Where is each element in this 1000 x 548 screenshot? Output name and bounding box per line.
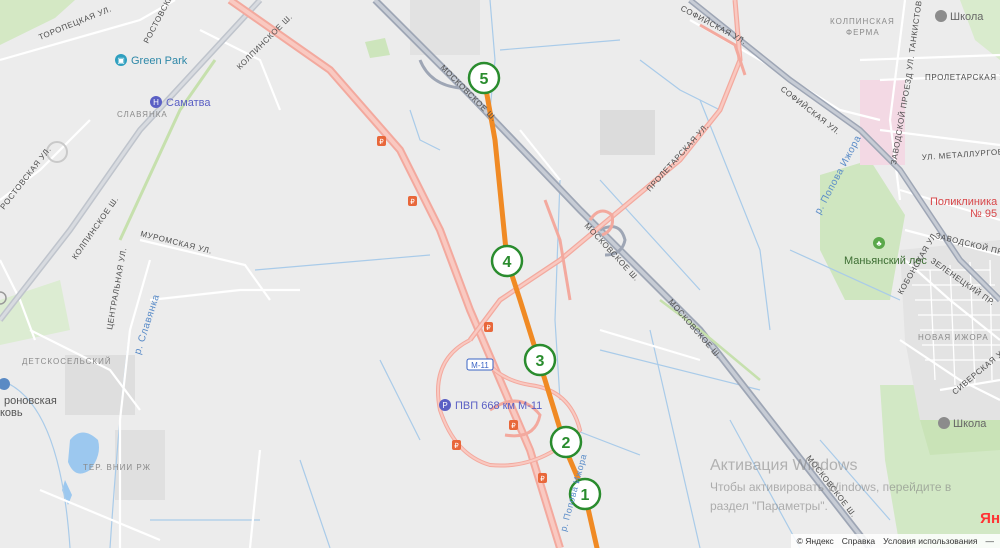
yandex-logo[interactable]: Ян [980, 510, 1000, 527]
svg-text:₽: ₽ [540, 475, 545, 483]
parking-icon: P [442, 401, 447, 410]
district-novaya-izhora: НОВАЯ ИЖОРА [918, 333, 989, 342]
district-ter-vnii: ТЕР. ВНИИ РЖ [83, 463, 151, 472]
marker-1-label: 1 [581, 487, 590, 504]
fuel-icon[interactable]: ₽ [408, 196, 417, 206]
watermark-line2: Чтобы активировать Windows, перейдите в [710, 480, 952, 494]
poi-samatva[interactable]: H Саматва [150, 96, 211, 109]
marker-3-label: 3 [536, 353, 545, 370]
svg-text:₽: ₽ [379, 138, 384, 146]
watermark-title: Активация Windows [710, 457, 858, 474]
church-line2: ковь [0, 407, 23, 419]
attribution-bar: © Яндекс Справка Условия использования — [790, 534, 1000, 548]
marker-2-label: 2 [562, 435, 571, 452]
route-marker-3[interactable]: 3 [523, 343, 557, 377]
poi-samatva-label: Саматва [166, 97, 211, 109]
poliklinika-line2: № 95 [970, 208, 997, 220]
poi-shkola-top[interactable]: Школа [935, 10, 984, 23]
scale-bar: — [985, 536, 995, 546]
fuel-icon[interactable]: ₽ [377, 136, 386, 146]
svg-text:₽: ₽ [486, 324, 491, 332]
fuel-icon[interactable]: ₽ [484, 322, 493, 332]
district-slavyanka: СЛАВЯНКА [117, 110, 168, 119]
m11-shield: М-11 [466, 358, 494, 371]
yandex-logo-text: Ян [980, 510, 1000, 527]
terms-link[interactable]: Условия использования [883, 536, 977, 546]
m11-label: М-11 [471, 361, 489, 370]
fuel-icon[interactable]: ₽ [452, 440, 461, 450]
svg-text:₽: ₽ [454, 442, 459, 450]
fuel-icon[interactable]: ₽ [538, 473, 547, 483]
svg-text:₽: ₽ [410, 198, 415, 206]
copyright-text[interactable]: © Яндекс [797, 536, 834, 546]
route-marker-2[interactable]: 2 [549, 425, 583, 459]
poi-pvp[interactable]: P ПВП 668 км М-11 [439, 399, 542, 412]
help-link[interactable]: Справка [842, 536, 875, 546]
marker-4-label: 4 [503, 254, 512, 271]
street-proletarskaya-right: ПРОЛЕТАРСКАЯ УЛ. [925, 73, 1000, 82]
church-line1: роновская [4, 395, 57, 407]
watermark-line3: раздел "Параметры". [710, 499, 828, 513]
poi-green-park-label: Green Park [131, 55, 188, 67]
hotel-icon: H [153, 98, 159, 107]
poliklinika-line1: Поликлиника [930, 196, 998, 208]
poi-pvp-label: ПВП 668 км М-11 [455, 400, 542, 412]
fuel-icon[interactable]: ₽ [509, 420, 518, 430]
poi-shkola-top-label: Школа [950, 11, 984, 23]
tree-icon: ♣ [876, 239, 882, 248]
district-detskoselsky: ДЕТСКОСЕЛЬСКИЙ [22, 357, 112, 366]
poi-shkola-bottom[interactable]: Школа [938, 417, 987, 430]
shopping-icon: ▣ [117, 56, 125, 65]
kolpinskaya-line1: КОЛПИНСКАЯ [830, 17, 895, 26]
poi-shkola-bottom-label: Школа [953, 418, 987, 430]
route-marker-5[interactable]: 5 [467, 61, 501, 95]
route-marker-4[interactable]: 4 [490, 244, 524, 278]
kolpinskaya-line2: ФЕРМА [846, 28, 880, 37]
svg-text:₽: ₽ [511, 422, 516, 430]
marker-5-label: 5 [480, 71, 489, 88]
